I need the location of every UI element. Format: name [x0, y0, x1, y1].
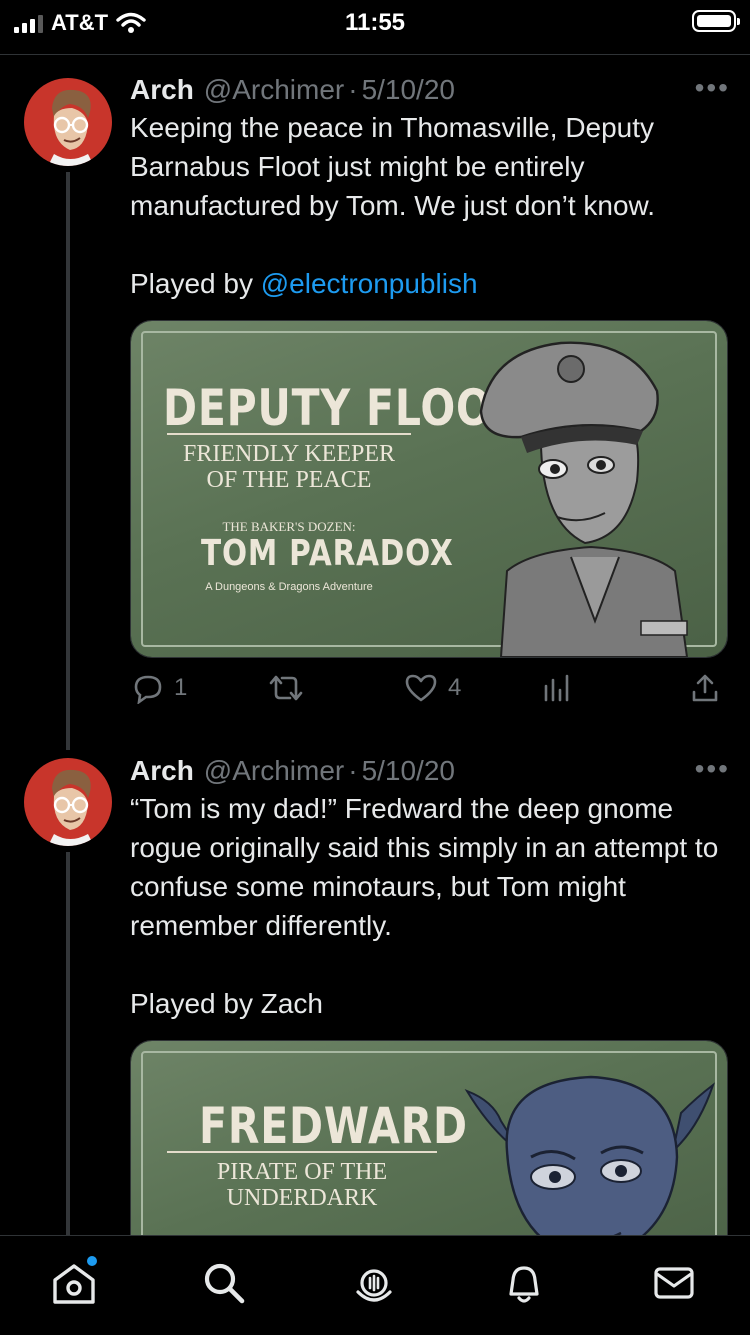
- author-name[interactable]: Arch: [130, 74, 194, 106]
- card-rule: [167, 433, 411, 435]
- author-handle[interactable]: @Archimer: [204, 74, 344, 106]
- card-subtitle-line2: UNDERDARK: [226, 1185, 378, 1211]
- separator: ·: [348, 74, 358, 105]
- card-subtitle: PIRATE OF THE UNDERDARK: [167, 1159, 437, 1211]
- status-bar: AT&T 11:55: [0, 0, 750, 54]
- retweet-button[interactable]: [268, 672, 314, 704]
- nav-notifications[interactable]: [499, 1258, 549, 1308]
- reply-button[interactable]: 1: [132, 672, 187, 704]
- author-handle[interactable]: @Archimer: [204, 755, 344, 787]
- card-subtitle-line1: PIRATE OF THE: [216, 1159, 388, 1185]
- nav-search[interactable]: [199, 1258, 249, 1308]
- battery-icon: [692, 10, 740, 32]
- card-title: FREDWARD: [199, 1097, 468, 1155]
- avatar[interactable]: [24, 78, 112, 166]
- played-by-prefix: Played by: [130, 988, 261, 1019]
- more-options-icon[interactable]: •••: [695, 753, 730, 785]
- card-series-title: TOM PARADOX: [201, 533, 454, 574]
- heart-icon: [405, 674, 437, 702]
- search-icon: [204, 1263, 245, 1304]
- tweet-body: “Tom is my dad!” Fredward the deep gnome…: [130, 793, 719, 941]
- author-name[interactable]: Arch: [130, 755, 194, 787]
- tweet-date[interactable]: 5/10/20: [362, 74, 455, 106]
- mention-link[interactable]: @electronpublish: [261, 268, 478, 299]
- thread-line: [66, 852, 70, 1235]
- home-notification-dot: [87, 1256, 97, 1266]
- share-button[interactable]: [690, 672, 720, 704]
- tweet-body: Keeping the peace in Thomasville, Deputy…: [130, 112, 656, 221]
- reply-count: 1: [174, 674, 188, 701]
- card-tagline: A Dungeons & Dragons Adventure: [205, 581, 373, 593]
- card-subtitle: FRIENDLY KEEPER OF THE PEACE: [167, 441, 411, 493]
- like-button[interactable]: 4: [404, 672, 461, 704]
- retweet-icon: [269, 675, 303, 701]
- card-subtitle-line2: OF THE PEACE: [206, 467, 372, 493]
- share-icon: [692, 674, 718, 702]
- card-subtitle-line1: FRIENDLY KEEPER: [182, 441, 396, 467]
- card-rule: [167, 1151, 437, 1153]
- analytics-icon: [544, 674, 569, 702]
- top-divider: [0, 54, 750, 55]
- bell-icon: [509, 1266, 539, 1303]
- deputy-illustration: [479, 341, 689, 657]
- reply-icon: [134, 675, 162, 704]
- more-options-icon[interactable]: •••: [695, 72, 730, 104]
- bottom-nav: [0, 1235, 750, 1335]
- views-button[interactable]: [542, 672, 572, 704]
- status-time: 11:55: [344, 9, 406, 36]
- tweet-date[interactable]: 5/10/20: [362, 755, 455, 787]
- like-count: 4: [448, 674, 462, 701]
- tweet-actions: 1 4: [130, 672, 726, 712]
- nav-messages[interactable]: [649, 1258, 699, 1308]
- spaces-icon: [356, 1269, 392, 1302]
- avatar[interactable]: [24, 758, 112, 846]
- nav-spaces[interactable]: [349, 1258, 399, 1308]
- tweet-text: Keeping the peace in Thomasville, Deputy…: [130, 108, 726, 303]
- played-by-prefix: Played by: [130, 268, 261, 299]
- tweet-header: Arch @Archimer · 5/10/20: [130, 74, 726, 106]
- media-image[interactable]: DEPUTY FLOOT FRIENDLY KEEPER OF THE PEAC…: [130, 320, 728, 658]
- mail-icon: [654, 1267, 694, 1299]
- nav-home[interactable]: [49, 1256, 99, 1308]
- separator: ·: [348, 755, 358, 786]
- tweet-header: Arch @Archimer · 5/10/20: [130, 755, 726, 787]
- thread-line: [66, 172, 70, 750]
- played-by-name: Zach: [260, 988, 323, 1019]
- tweet-text: “Tom is my dad!” Fredward the deep gnome…: [130, 789, 726, 1023]
